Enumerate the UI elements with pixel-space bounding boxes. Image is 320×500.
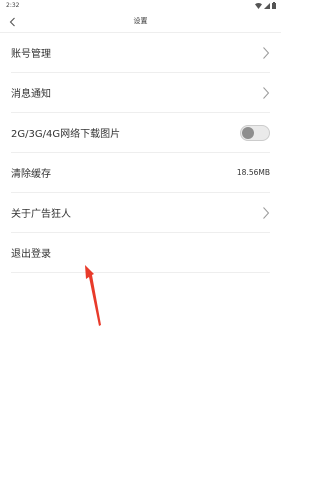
row-trailing bbox=[262, 73, 270, 112]
status-time: 2:32 bbox=[6, 2, 20, 9]
settings-item-label: 消息通知 bbox=[11, 89, 51, 100]
settings-item-label: 退出登录 bbox=[11, 249, 51, 260]
battery-icon bbox=[272, 2, 276, 9]
page-title: 设置 bbox=[133, 17, 148, 25]
row-trailing bbox=[262, 193, 270, 232]
row-trailing bbox=[240, 113, 270, 152]
status-bar: 2:32 bbox=[0, 0, 281, 12]
wifi-icon bbox=[255, 2, 262, 9]
mobile-data-images-toggle[interactable] bbox=[240, 124, 270, 141]
logout-button[interactable]: 退出登录 bbox=[11, 233, 270, 273]
cellular-signal-icon bbox=[264, 2, 270, 9]
settings-item-clear-cache[interactable]: 清除缓存 18.56MB bbox=[11, 153, 270, 193]
settings-item-about[interactable]: 关于广告狂人 bbox=[11, 193, 270, 233]
row-trailing: 18.56MB bbox=[237, 153, 270, 192]
chevron-right-icon bbox=[263, 206, 270, 219]
settings-item-account[interactable]: 账号管理 bbox=[11, 33, 270, 73]
settings-item-label: 2G/3G/4G网络下载图片 bbox=[11, 129, 121, 140]
cache-size-value: 18.56MB bbox=[236, 168, 270, 177]
row-trailing bbox=[262, 33, 270, 72]
toggle-knob bbox=[242, 126, 254, 139]
nav-bar: 设置 bbox=[0, 12, 281, 32]
settings-item-label: 关于广告狂人 bbox=[11, 209, 71, 220]
settings-item-label: 清除缓存 bbox=[11, 169, 51, 180]
settings-item-notifications[interactable]: 消息通知 bbox=[11, 73, 270, 113]
settings-item-mobile-data-images: 2G/3G/4G网络下载图片 bbox=[11, 113, 270, 153]
chevron-right-icon bbox=[263, 86, 270, 99]
chevron-right-icon bbox=[263, 46, 270, 59]
settings-list: 账号管理 消息通知 2G/3G/4G网络下载图片 清除缓存 18.56MB 关于… bbox=[11, 33, 270, 273]
settings-screen: 2:32 设置 账号管理 消息通知 2G/3G/4G网络下载图片 清除缓存 18… bbox=[0, 0, 281, 500]
red-arrow-icon bbox=[85, 265, 101, 326]
settings-item-label: 账号管理 bbox=[11, 49, 51, 60]
status-icons bbox=[255, 2, 276, 9]
